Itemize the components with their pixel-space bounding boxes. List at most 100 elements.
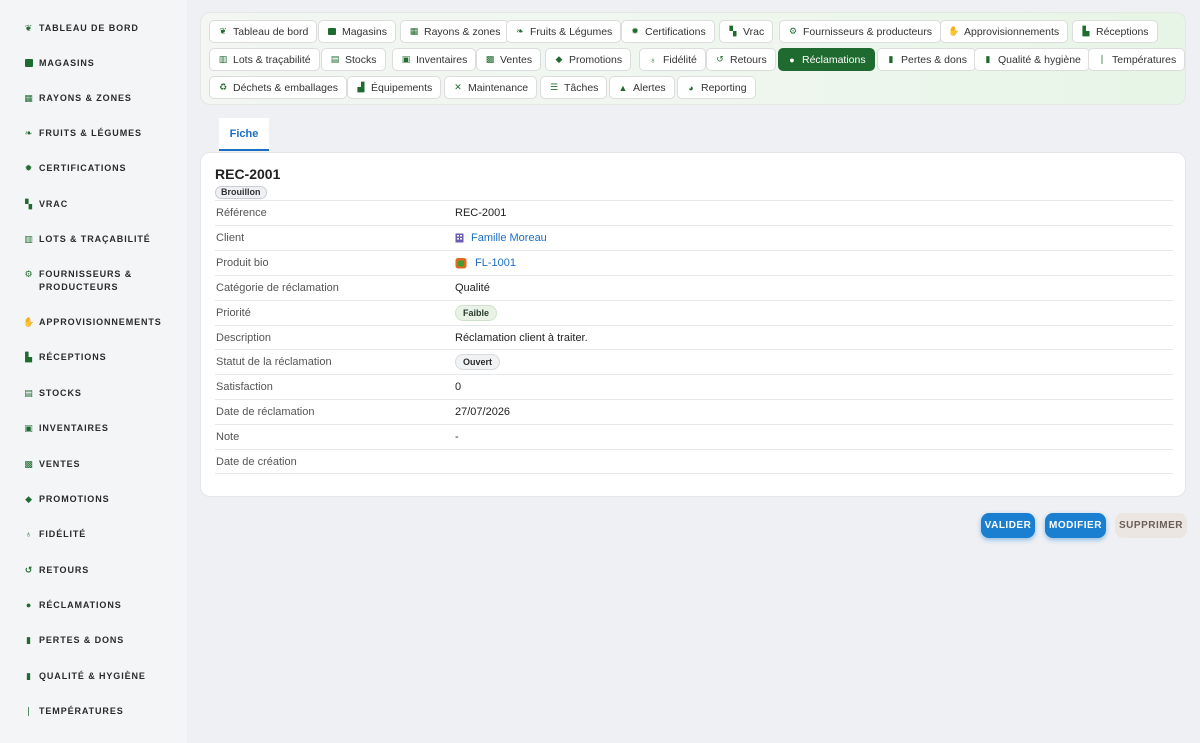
status-pill: Ouvert — [455, 354, 501, 370]
sprout-icon: ❦ — [219, 26, 227, 36]
store-icon — [327, 27, 337, 37]
apple-icon — [455, 258, 467, 269]
nav-chip-equipements[interactable]: ▟ Équipements — [347, 76, 442, 99]
award-icon: ♁ — [25, 528, 33, 539]
tractor-icon: ⚙ — [788, 26, 798, 36]
sidebar-item-temperatures[interactable]: ❘ Températures — [24, 705, 174, 718]
nav-chip-approvisionnements[interactable]: ✋ Approvisionnements — [940, 20, 1069, 43]
nav-chip-retours[interactable]: ↺ Retours — [706, 48, 776, 71]
nav-chip-fruits-legumes[interactable]: ❧ Fruits & Légumes — [506, 20, 622, 43]
nav-chip-alertes[interactable]: ▲ Alertes — [609, 76, 675, 99]
nav-chip-vrac[interactable]: ▚ Vrac — [719, 20, 774, 43]
trash-icon: ▮ — [26, 634, 32, 645]
sidebar-item-rayons-zones[interactable]: ▦ Rayons & zones — [24, 92, 174, 105]
field-label: Produit bio — [216, 257, 269, 269]
boxes-icon: ▚ — [25, 198, 33, 209]
sidebar-item-fournisseurs-producteurs[interactable]: ⚙ Fournisseurs & producteurs — [24, 268, 174, 294]
field-label: Satisfaction — [216, 381, 273, 393]
sidebar-item-vrac[interactable]: ▚ Vrac — [24, 198, 174, 211]
cash-register-icon: ▩ — [24, 458, 34, 469]
nav-chip-inventaires[interactable]: ▣ Inventaires — [392, 48, 477, 71]
field-row-statut: Statut de la réclamation Ouvert — [215, 349, 1173, 374]
sidebar-item-retours[interactable]: ↺ Retours — [24, 564, 174, 577]
barcode-icon: ▥ — [24, 233, 34, 244]
validate-button[interactable]: Valider — [981, 513, 1035, 538]
sidebar-item-magasins[interactable]: Magasins — [24, 57, 174, 70]
clipboard-check-icon: ▣ — [24, 422, 34, 433]
nav-chip-dechets-emballages[interactable]: ♻ Déchets & emballages — [209, 76, 348, 99]
thermometer-icon: ❘ — [1098, 54, 1106, 64]
field-label: Description — [216, 332, 272, 344]
tab-fiche[interactable]: Fiche — [219, 118, 269, 151]
edit-button[interactable]: Modifier — [1045, 513, 1106, 538]
award-icon: ♁ — [649, 54, 657, 65]
product-link[interactable]: FL-1001 — [475, 257, 516, 269]
nav-chip-taches[interactable]: ☰ Tâches — [540, 76, 608, 99]
field-row-date-creation: Date de création — [215, 449, 1173, 474]
thermometer-icon: ❘ — [24, 705, 34, 716]
nav-chip-magasins[interactable]: Magasins — [318, 20, 396, 43]
undo-icon: ↺ — [716, 54, 724, 64]
comment-icon: ● — [25, 599, 33, 610]
barcode-icon: ▥ — [218, 54, 228, 64]
tags-icon: ◆ — [555, 54, 563, 64]
pie-chart-icon: ◕ — [688, 82, 694, 93]
cash-register-icon: ▩ — [485, 54, 495, 64]
certificate-icon: ✹ — [24, 162, 34, 173]
nav-chip-reclamations[interactable]: ● Réclamations — [778, 48, 875, 71]
sidebar-item-fruits-legumes[interactable]: ❧ Fruits & Légumes — [24, 127, 174, 140]
recycle-icon: ♻ — [218, 82, 228, 92]
nav-chip-reporting[interactable]: ◕ Reporting — [677, 76, 756, 99]
warehouse-icon: ▤ — [330, 54, 340, 64]
sidebar-item-receptions[interactable]: ▙ Réceptions — [24, 351, 174, 364]
certificate-icon: ✹ — [631, 26, 639, 36]
sidebar-item-tableau-de-bord[interactable]: ❦ Tableau de bord — [24, 22, 174, 35]
nav-chip-maintenance[interactable]: ✕ Maintenance — [444, 76, 538, 99]
nav-chip-fidelite[interactable]: ♁ Fidélité — [639, 48, 706, 71]
record-card: REC-2001 Brouillon Référence REC-2001 Cl… — [200, 152, 1186, 497]
nav-chip-receptions[interactable]: ▙ Réceptions — [1072, 20, 1158, 43]
bell-icon: ▲ — [618, 82, 628, 93]
leaf-icon: ❧ — [24, 127, 34, 138]
nav-chip-temperatures[interactable]: ❘ Températures — [1088, 48, 1186, 71]
delete-button[interactable]: Supprimer — [1115, 513, 1187, 538]
pump-soap-icon: ▮ — [26, 670, 32, 681]
building-icon — [455, 233, 464, 243]
nav-chip-certifications[interactable]: ✹ Certifications — [621, 20, 715, 43]
tractor-icon: ⚙ — [24, 268, 34, 279]
sidebar-item-approvisionnements[interactable]: ✋ Approvisionnements — [23, 316, 174, 329]
sidebar-item-ventes[interactable]: ▩ Ventes — [24, 458, 174, 471]
list-icon: ☰ — [549, 82, 559, 92]
nav-chip-stocks[interactable]: ▤ Stocks — [321, 48, 386, 71]
hand-holding-icon: ✋ — [948, 26, 960, 36]
field-value: 0 — [455, 381, 462, 393]
sidebar-item-lots-tracabilite[interactable]: ▥ Lots & traçabilité — [24, 233, 174, 246]
field-row-categorie: Catégorie de réclamation Qualité — [215, 275, 1173, 300]
field-label: Référence — [216, 207, 267, 219]
field-label: Priorité — [216, 307, 251, 319]
sidebar-item-certifications[interactable]: ✹ Certifications — [24, 162, 174, 175]
client-link[interactable]: Famille Moreau — [471, 232, 547, 244]
nav-chip-fournisseurs-producteurs[interactable]: ⚙ Fournisseurs & producteurs — [779, 20, 941, 43]
sidebar-item-pertes-dons[interactable]: ▮ Pertes & dons — [24, 634, 174, 647]
sidebar-item-inventaires[interactable]: ▣ Inventaires — [24, 422, 174, 435]
nav-chip-lots-tracabilite[interactable]: ▥ Lots & traçabilité — [209, 48, 320, 71]
nav-chip-rayons-zones[interactable]: ▦ Rayons & zones — [400, 20, 510, 43]
tags-icon: ◆ — [25, 493, 33, 504]
sidebar-item-promotions[interactable]: ◆ Promotions — [24, 493, 174, 506]
nav-chip-promotions[interactable]: ◆ Promotions — [545, 48, 632, 71]
nav-chip-qualite-hygiene[interactable]: ▮ Qualité & hygiène — [974, 48, 1090, 71]
field-value: Réclamation client à traiter. — [455, 332, 588, 344]
field-value: 27/07/2026 — [455, 406, 511, 418]
field-row-satisfaction: Satisfaction 0 — [215, 374, 1173, 399]
sidebar-item-reclamations[interactable]: ● Réclamations — [24, 599, 174, 612]
sidebar-item-qualite-hygiene[interactable]: ▮ Qualité & hygiène — [24, 670, 174, 683]
field-value: - — [455, 431, 459, 443]
sprout-icon: ❦ — [24, 22, 34, 33]
nav-chip-ventes[interactable]: ▩ Ventes — [476, 48, 542, 71]
nav-chip-pertes-dons[interactable]: ▮ Pertes & dons — [877, 48, 976, 71]
sidebar-item-fidelite[interactable]: ♁ Fidélité — [24, 528, 174, 541]
nav-chip-tableau-de-bord[interactable]: ❦ Tableau de bord — [209, 20, 318, 43]
field-row-client: Client Famille Moreau — [215, 225, 1173, 250]
sidebar-item-stocks[interactable]: ▤ Stocks — [24, 387, 174, 400]
